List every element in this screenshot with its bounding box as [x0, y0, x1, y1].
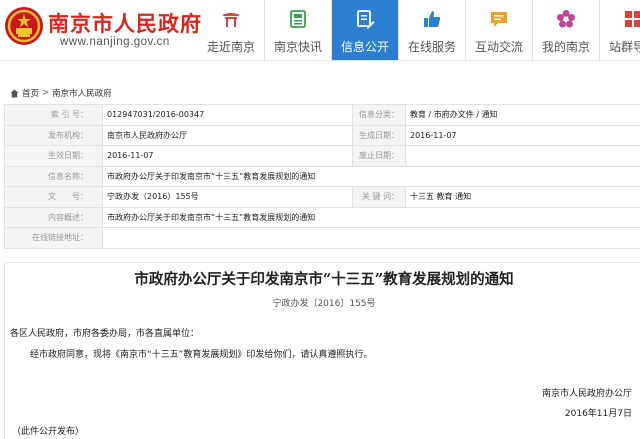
document-edit-icon — [357, 10, 375, 29]
table-row: 文 号： 宁政办发（2016）155号 关 键 词： 十三五 教育 通知 — [4, 186, 640, 208]
main-nav: 走近南京 南京快讯 信息公开 在线服务 互动交流 我的南京 站群导 — [198, 0, 640, 60]
home-icon — [10, 88, 19, 98]
table-row: 索 引 号： 012947031/2016-00347 信息分类： 教育 / 市… — [4, 104, 640, 126]
header-divider — [0, 60, 640, 61]
nav-item-interaction[interactable]: 互动交流 — [466, 0, 532, 60]
breadcrumb-separator: > — [42, 88, 50, 98]
breadcrumb: 首页 > 南京市人民政府 — [10, 86, 112, 100]
document-date: 2016年11月7日 — [564, 409, 632, 419]
newspaper-icon — [290, 10, 306, 28]
issuer-label: 发布机构： — [4, 124, 103, 146]
nav-item-site-navigation[interactable]: 站群导航 — [600, 0, 640, 60]
nav-label: 互动交流 — [474, 40, 523, 54]
keywords-label: 关 键 词： — [352, 186, 406, 208]
category-value: 教育 / 市府办文件 / 通知 — [405, 104, 640, 126]
nav-item-my-nanjing[interactable]: 我的南京 — [533, 0, 599, 60]
effective-date-label: 生效日期： — [4, 145, 103, 167]
national-emblem-icon — [5, 7, 43, 45]
document-number: 宁政办发〔2016〕155号 — [272, 299, 376, 309]
site-url: www.nanjing.gov.cn — [60, 36, 170, 48]
table-row: 发布机构： 南京市人民政府办公厅 生成日期： 2016-11-07 — [4, 124, 640, 146]
nav-label: 我的南京 — [541, 40, 590, 54]
effective-date-value: 2016-11-07 — [102, 145, 353, 167]
grid-icon — [625, 11, 640, 27]
nav-label: 信息公开 — [340, 40, 389, 54]
breadcrumb-current-link[interactable]: 南京市人民政府 — [52, 87, 112, 99]
index-no-label: 索 引 号： — [4, 104, 103, 126]
document-title: 市政府办公厅关于印发南京市“十三五”教育发展规划的通知 — [134, 271, 514, 288]
document-salutation: 各区人民政府，市府各委办局，市各直属单位： — [10, 329, 200, 339]
online-link-value[interactable] — [102, 227, 640, 249]
document-info-table: 索 引 号： 012947031/2016-00347 信息分类： 教育 / 市… — [4, 104, 640, 249]
breadcrumb-home-link[interactable]: 首页 — [22, 87, 39, 99]
nav-item-news[interactable]: 南京快讯 — [265, 0, 331, 60]
doc-number-value: 宁政办发（2016）155号 — [102, 186, 353, 208]
site-header: 南京市人民政府 www.nanjing.gov.cn 走近南京 南京快讯 信息公… — [0, 0, 640, 60]
chat-bubble-icon — [491, 12, 507, 27]
nav-label: 在线服务 — [407, 40, 456, 54]
category-label: 信息分类： — [352, 104, 406, 126]
flower-icon — [557, 10, 575, 28]
document-paragraph: 经市政府同意，现将《南京市“十三五”教育发展规划》印发给你们，请认真遵照执行。 — [30, 350, 373, 360]
nav-label: 南京快讯 — [273, 40, 322, 54]
nav-item-online-service[interactable]: 在线服务 — [399, 0, 465, 60]
table-row: 在线链接地址： — [4, 227, 640, 249]
created-date-value: 2016-11-07 — [405, 124, 640, 146]
issuer-value: 南京市人民政府办公厅 — [102, 124, 353, 146]
table-row: 信息名称： 市政府办公厅关于印发南京市“十三五”教育发展规划的通知 — [4, 165, 640, 187]
document-signature: 南京市人民政府办公厅 — [541, 389, 632, 399]
info-name-value: 市政府办公厅关于印发南京市“十三五”教育发展规划的通知 — [102, 165, 640, 187]
keywords-value: 十三五 教育 通知 — [405, 186, 640, 208]
document-footnote: （此件公开发布） — [12, 427, 85, 437]
nav-label: 站群导航 — [608, 40, 640, 54]
nav-item-about-nanjing[interactable]: 走近南京 — [198, 0, 264, 60]
nav-label: 走近南京 — [206, 40, 255, 54]
summary-label: 内容概述： — [4, 206, 103, 228]
site-name[interactable]: 南京市人民政府 — [48, 8, 202, 38]
city-gate-icon — [222, 13, 240, 27]
abolished-date-label: 废止日期： — [352, 145, 406, 167]
index-no-value: 012947031/2016-00347 — [102, 104, 353, 126]
table-row: 生效日期： 2016-11-07 废止日期： — [4, 145, 640, 167]
info-name-label: 信息名称： — [4, 165, 103, 187]
online-link-label: 在线链接地址： — [4, 227, 103, 249]
doc-number-label: 文 号： — [4, 186, 103, 208]
abolished-date-value — [405, 145, 640, 167]
summary-value: 市政府办公厅关于印发南京市“十三五”教育发展规划的通知 — [102, 206, 640, 228]
nav-item-info-disclosure[interactable]: 信息公开 — [332, 0, 398, 60]
created-date-label: 生成日期： — [352, 124, 406, 146]
table-row: 内容概述： 市政府办公厅关于印发南京市“十三五”教育发展规划的通知 — [4, 206, 640, 228]
thumbs-up-icon — [424, 11, 441, 27]
